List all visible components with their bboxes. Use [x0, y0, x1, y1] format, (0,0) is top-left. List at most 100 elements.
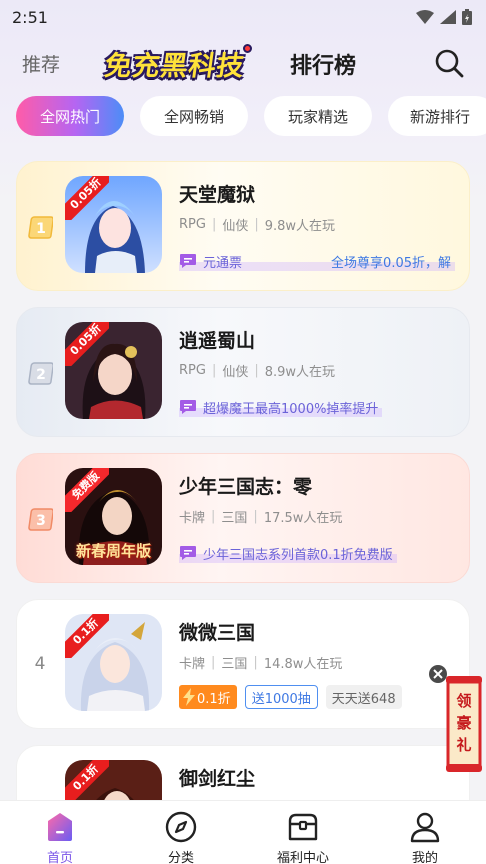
floating-gift-banner[interactable]: 领豪礼 — [429, 662, 486, 774]
game-title: 天堂魔狱 — [179, 184, 256, 206]
discount-ribbon-text: 0.1折 — [65, 614, 109, 658]
search-icon[interactable] — [434, 48, 464, 78]
rank-number: 3 — [36, 513, 46, 529]
game-title: 御剑红尘 — [179, 768, 256, 790]
lightning-icon — [183, 688, 195, 706]
compass-icon — [165, 811, 197, 843]
rank-bronze-badge-icon: 3 — [28, 508, 53, 531]
game-genre: 卡牌 — [179, 511, 206, 526]
promo-banner[interactable]: 超爆魔王最高1000%掉率提升 — [179, 397, 383, 417]
game-players: 9.8w人在玩 — [264, 219, 336, 234]
game-title: 少年三国志：零 — [179, 476, 313, 498]
game-title: 逍遥蜀山 — [179, 330, 256, 352]
user-icon — [410, 812, 440, 843]
discount-ribbon-text: 免费版 — [65, 468, 109, 512]
rank-number: 2 — [36, 367, 46, 383]
bottom-nav: 首页 分类 福利中心 我的 — [0, 800, 486, 864]
chip-all-hot[interactable]: 全网热门 — [16, 96, 124, 136]
home-icon — [48, 813, 72, 841]
discount-ribbon-text: 0.05折 — [65, 322, 109, 366]
nav-label: 分类 — [167, 851, 194, 864]
nav-label: 首页 — [46, 851, 73, 864]
gift-label: 领豪礼 — [456, 692, 472, 754]
discount-tag-text: 0.1折 — [197, 691, 231, 707]
discount-ribbon: 免费版 — [65, 468, 109, 512]
battery-icon — [462, 9, 472, 25]
chip-best-selling[interactable]: 全网畅销 — [140, 96, 248, 136]
chip-label: 新游排行 — [410, 107, 471, 126]
rank-number: 1 — [36, 221, 46, 237]
nav-label: 我的 — [411, 851, 438, 864]
top-header: 推荐 免充黑科技 排行榜 — [0, 40, 486, 86]
discount-ribbon: 0.1折 — [65, 614, 109, 658]
treasure-chest-icon — [288, 813, 318, 841]
gift-tag: 送1000抽 — [244, 685, 318, 709]
game-icon[interactable]: 0.05折 — [65, 322, 162, 419]
game-players: 14.8w人在玩 — [263, 657, 343, 672]
game-theme: 仙侠 — [222, 365, 249, 380]
status-bar: 2:51 — [0, 0, 486, 34]
nav-label: 福利中心 — [276, 851, 329, 864]
game-title: 微微三国 — [179, 622, 256, 644]
chat-bubble-icon — [180, 400, 196, 414]
game-tags: 0.1折 送1000抽 天天送648 — [179, 685, 402, 709]
game-genre: RPG — [179, 217, 206, 232]
game-players: 8.9w人在玩 — [264, 365, 336, 380]
rank-silver-badge-icon: 2 — [28, 362, 53, 385]
game-card[interactable]: 2 0.05折 逍遥蜀山 RPG | 仙侠 | 8.9w人在玩 超爆魔王最高1000… — [16, 307, 470, 437]
game-icon[interactable]: 免费版 新春周年版 — [65, 468, 162, 565]
status-time: 2:51 — [12, 7, 48, 27]
chip-label: 玩家精选 — [287, 107, 348, 126]
discount-ribbon-text: 0.05折 — [65, 176, 109, 220]
game-icon[interactable]: 0.1折 — [65, 614, 162, 711]
wifi-icon — [416, 10, 434, 24]
chat-bubble-icon — [180, 546, 196, 560]
game-meta: 卡牌 | 三国 | 17.5w人在玩 — [179, 509, 343, 526]
game-theme: 三国 — [221, 657, 248, 672]
logo-text: 免充黑科技 — [102, 50, 247, 82]
discount-ribbon-text: 0.1折 — [65, 760, 109, 804]
tab-recommend[interactable]: 推荐 — [22, 50, 60, 77]
nav-welfare[interactable]: 福利中心 — [263, 807, 343, 864]
promo-banner[interactable]: 少年三国志系列首款0.1折免费版 — [179, 543, 397, 563]
chip-label: 全网畅销 — [163, 107, 224, 126]
chat-bubble-icon — [180, 254, 196, 268]
status-icons — [416, 9, 472, 25]
promo-text: 少年三国志系列首款0.1折免费版 — [203, 547, 393, 563]
game-meta: RPG | 仙侠 | 8.9w人在玩 — [179, 363, 336, 380]
discount-ribbon: 0.05折 — [65, 176, 109, 220]
game-theme: 仙侠 — [222, 219, 249, 234]
logo-dot-icon — [243, 44, 252, 53]
nav-category[interactable]: 分类 — [141, 807, 221, 864]
discount-tag: 0.1折 — [179, 685, 237, 709]
game-meta: RPG | 仙侠 | 9.8w人在玩 — [179, 217, 336, 234]
promo-text: 超爆魔王最高1000%掉率提升 — [203, 401, 379, 417]
promo-left-text: 元通票 — [203, 255, 243, 271]
app-logo[interactable]: 免充黑科技 — [96, 44, 254, 82]
chip-label: 全网热门 — [39, 107, 100, 126]
game-players: 17.5w人在玩 — [263, 511, 343, 526]
game-theme: 三国 — [221, 511, 248, 526]
game-card[interactable]: 1 0.05折 天堂魔狱 RPG | 仙侠 | 9.8w人在玩 元通票 全场尊享0.… — [16, 161, 470, 291]
promo-right-text: 全场尊享0.05折，解 — [331, 255, 451, 271]
rank-number: 4 — [34, 654, 46, 674]
rank-gold-badge-icon: 1 — [28, 216, 53, 239]
game-card[interactable]: 4 0.1折 微微三国 卡牌 | 三国 | 14.8w人在玩 0.1折 送1000抽… — [16, 599, 470, 729]
chip-new-games[interactable]: 新游排行 — [388, 96, 486, 136]
filter-chips: 全网热门 全网畅销 玩家精选 新游排行 — [0, 96, 486, 138]
discount-ribbon: 0.05折 — [65, 322, 109, 366]
signal-icon — [440, 10, 456, 24]
promo-banner[interactable]: 元通票 全场尊享0.05折，解 — [179, 251, 455, 271]
nav-home[interactable]: 首页 — [20, 807, 100, 864]
tab-ranking[interactable]: 排行榜 — [290, 48, 356, 80]
game-card[interactable]: 3 免费版 新春周年版 少年三国志：零 卡牌 | 三国 | 17.5w人在玩 少年三… — [16, 453, 470, 583]
game-genre: RPG — [179, 363, 206, 378]
discount-ribbon: 0.1折 — [65, 760, 109, 804]
game-meta: 卡牌 | 三国 | 14.8w人在玩 — [179, 655, 343, 672]
game-icon[interactable]: 0.05折 — [65, 176, 162, 273]
icon-caption: 新春周年版 — [75, 542, 151, 560]
nav-profile[interactable]: 我的 — [385, 807, 465, 864]
chip-player-picks[interactable]: 玩家精选 — [264, 96, 372, 136]
daily-tag: 天天送648 — [325, 685, 402, 709]
game-genre: 卡牌 — [179, 657, 206, 672]
